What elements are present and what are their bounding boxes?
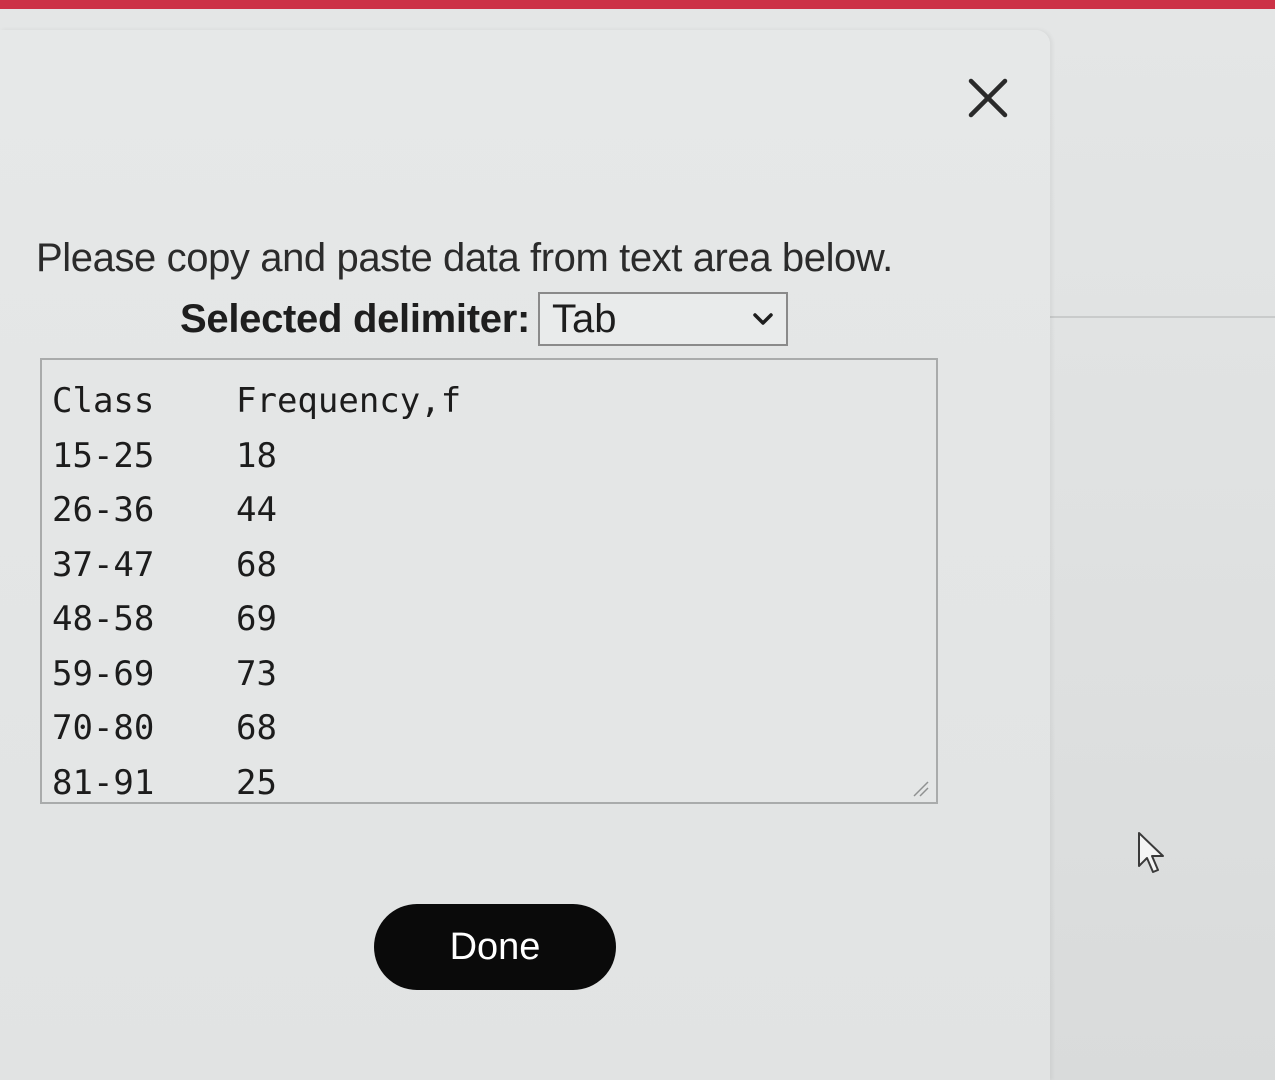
header-frequency: Frequency,f <box>236 381 462 422</box>
data-row: 70-80 68 <box>52 701 461 756</box>
class-cell: 37-47 <box>52 544 155 585</box>
frequency-cell: 68 <box>236 544 277 585</box>
data-header-row: Class Frequency,f <box>52 374 461 429</box>
background-divider <box>1045 316 1275 318</box>
frequency-cell: 69 <box>236 599 277 640</box>
chevron-down-icon <box>753 313 773 325</box>
instructions-text: Please copy and paste data from text are… <box>36 236 893 280</box>
header-class: Class <box>52 381 155 422</box>
top-accent-bar <box>0 0 1275 9</box>
class-cell: 15-25 <box>52 435 155 476</box>
resize-grip-icon[interactable] <box>908 776 930 798</box>
class-cell: 70-80 <box>52 708 155 749</box>
frequency-cell: 18 <box>236 435 277 476</box>
class-cell: 81-91 <box>52 762 155 803</box>
class-cell: 26-36 <box>52 490 155 531</box>
data-row: 48-58 69 <box>52 592 461 647</box>
frequency-cell: 44 <box>236 490 277 531</box>
class-cell: 59-69 <box>52 653 155 694</box>
delimiter-selected-value: Tab <box>551 296 617 341</box>
data-row: 26-36 44 <box>52 483 461 538</box>
close-button[interactable] <box>962 72 1014 124</box>
data-row: 15-25 18 <box>52 429 461 484</box>
frequency-cell: 68 <box>236 708 277 749</box>
data-text-content: Class Frequency,f 15-25 18 26-36 44 37-4… <box>52 374 461 810</box>
frequency-cell: 25 <box>236 762 277 803</box>
delimiter-select[interactable]: Tab <box>537 292 788 346</box>
data-row: 81-91 25 <box>52 756 461 811</box>
data-text-area[interactable]: Class Frequency,f 15-25 18 26-36 44 37-4… <box>40 358 938 804</box>
data-row: 37-47 68 <box>52 538 461 593</box>
delimiter-row: Selected delimiter: Tab <box>180 290 788 348</box>
class-cell: 48-58 <box>52 599 155 640</box>
delimiter-label: Selected delimiter: <box>180 296 530 341</box>
frequency-cell: 73 <box>236 653 277 694</box>
done-button[interactable]: Done <box>374 904 616 990</box>
close-icon <box>968 78 1008 118</box>
data-row: 59-69 73 <box>52 647 461 702</box>
mouse-pointer-icon <box>1138 832 1164 873</box>
